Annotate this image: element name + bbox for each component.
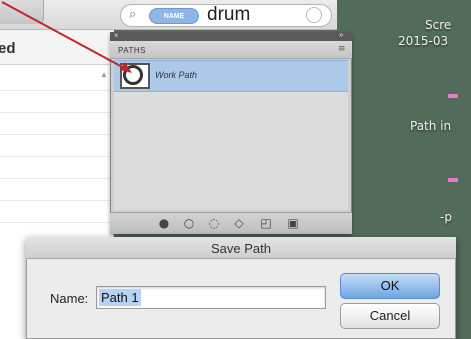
fill-path-icon[interactable]: ● (156, 215, 172, 231)
path-name[interactable]: Work Path (155, 70, 197, 80)
list-divider (0, 156, 114, 157)
desktop-file-label[interactable]: Scre (425, 18, 451, 32)
dialog-title: Save Path (211, 241, 271, 256)
make-mask-icon[interactable]: ◇ (231, 215, 247, 231)
search-icon[interactable]: ⌕ (129, 6, 147, 24)
ok-button[interactable]: OK (340, 273, 440, 299)
desktop-file-date[interactable]: 2015-03 (398, 34, 448, 48)
sort-arrow-icon[interactable]: ▲ (100, 70, 108, 79)
search-token[interactable]: NAME (149, 8, 199, 24)
sidebar-heading: ed (0, 40, 16, 57)
cancel-button[interactable]: Cancel (340, 303, 440, 329)
name-label: Name: (50, 291, 89, 306)
path-thumbnail-shape (123, 65, 143, 85)
panel-titlebar[interactable] (110, 32, 352, 41)
name-field-value[interactable]: Path 1 (99, 289, 141, 306)
panel-collapse-icon[interactable]: » (339, 30, 343, 39)
panel-menu-icon[interactable]: ≡ (338, 44, 346, 54)
list-divider (0, 200, 114, 201)
desktop-pink-bar (448, 94, 458, 98)
tab-paths[interactable]: PATHS (118, 46, 146, 55)
list-divider (0, 134, 114, 135)
new-path-icon[interactable]: ◰ (258, 215, 274, 231)
sidebar-header (0, 30, 114, 65)
stroke-path-icon[interactable]: ○ (181, 215, 197, 231)
panel-tab-bar (110, 41, 352, 59)
clear-search-icon[interactable] (306, 7, 322, 23)
list-divider (0, 222, 114, 223)
load-selection-icon[interactable]: ◌ (206, 215, 222, 231)
panel-close-icon[interactable]: × (114, 31, 119, 40)
desktop-file-label[interactable]: -p (440, 210, 452, 224)
list-divider (0, 112, 114, 113)
desktop-file-label[interactable]: Path in (410, 119, 451, 133)
desktop-pink-bar (448, 178, 458, 182)
list-divider (0, 178, 114, 179)
search-query[interactable]: drum (207, 3, 250, 26)
toolbar-tab[interactable] (0, 0, 44, 24)
delete-path-icon[interactable]: ▣ (285, 215, 301, 231)
list-divider (0, 90, 114, 91)
